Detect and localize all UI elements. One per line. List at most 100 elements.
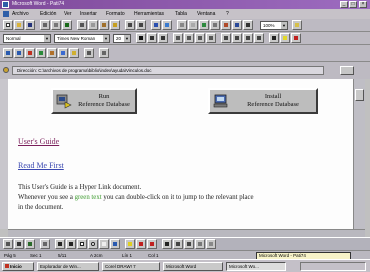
rotate-icon[interactable] [25, 239, 35, 249]
fill-color-icon[interactable] [125, 239, 135, 249]
select-objects-icon[interactable] [14, 239, 24, 249]
zoom-select[interactable]: 100% ▼ [260, 21, 288, 30]
format-painter-icon[interactable] [110, 20, 120, 30]
increase-indent-icon[interactable] [254, 33, 264, 43]
chevron-down-icon[interactable]: ▼ [281, 22, 287, 29]
task-word-1[interactable]: Microsoft Word [163, 262, 223, 271]
shadow-icon[interactable] [195, 239, 205, 249]
spelling-icon[interactable] [62, 20, 72, 30]
numbering-icon[interactable] [221, 33, 231, 43]
web-toolbar-icon[interactable] [162, 20, 172, 30]
undo-icon[interactable] [125, 20, 135, 30]
paste-icon[interactable] [99, 20, 109, 30]
task-word-2[interactable]: Microsoft Wo... [226, 262, 286, 271]
close-button[interactable]: × [359, 1, 367, 8]
menu-edicion[interactable]: Edición [40, 11, 56, 17]
highlight-icon[interactable] [280, 33, 290, 43]
users-guide-link[interactable]: User's Guide [18, 137, 59, 146]
chevron-down-icon[interactable]: ▼ [103, 35, 109, 42]
menu-tabla[interactable]: Tabla [175, 11, 187, 17]
oval-icon[interactable] [88, 239, 98, 249]
font-size-select[interactable]: 20 ▼ [113, 34, 131, 43]
align-right-icon[interactable] [195, 33, 205, 43]
text-color-icon[interactable] [147, 239, 157, 249]
address-dropdown-button[interactable] [340, 66, 354, 75]
favorites-icon[interactable] [69, 48, 79, 58]
go-menu-icon[interactable] [84, 48, 94, 58]
redo-icon[interactable] [136, 20, 146, 30]
tables-borders-icon[interactable] [177, 20, 187, 30]
run-database-button[interactable]: Run Reference Database [51, 88, 137, 114]
vertical-scrollbar[interactable] [353, 79, 365, 229]
wordart-icon[interactable] [110, 239, 120, 249]
new-document-icon[interactable] [3, 20, 13, 30]
draw-menu-icon[interactable] [3, 239, 13, 249]
align-left-icon[interactable] [173, 33, 183, 43]
arrow-style-icon[interactable] [184, 239, 194, 249]
menu-ver[interactable]: Ver [64, 11, 72, 17]
insert-excel-icon[interactable] [199, 20, 209, 30]
scroll-thumb[interactable] [355, 89, 364, 101]
cut-icon[interactable] [77, 20, 87, 30]
maximize-button[interactable]: □ [349, 1, 357, 8]
document-page[interactable]: Run Reference Database Install Reference… [8, 79, 353, 229]
rectangle-icon[interactable] [77, 239, 87, 249]
search-web-icon[interactable] [58, 48, 68, 58]
refresh-icon[interactable] [36, 48, 46, 58]
back-icon[interactable] [3, 48, 13, 58]
print-icon[interactable] [40, 20, 50, 30]
drawing-icon[interactable] [221, 20, 231, 30]
menu-archivo[interactable]: Archivo [12, 11, 29, 17]
doc-control-icon[interactable] [3, 11, 9, 17]
justify-icon[interactable] [206, 33, 216, 43]
bold-icon[interactable] [136, 33, 146, 43]
font-select[interactable]: Times New Roman ▼ [54, 34, 110, 43]
save-disk-icon[interactable] [25, 20, 35, 30]
menu-help[interactable]: ? [226, 11, 229, 17]
autoshapes-icon[interactable] [40, 239, 50, 249]
borders-icon[interactable] [269, 33, 279, 43]
task-explorer[interactable]: Explorador de Win... [37, 262, 99, 271]
insert-hyperlink-icon[interactable] [151, 20, 161, 30]
address-input[interactable]: Dirección: C:\archivos de programa\bibli… [12, 66, 324, 75]
start-button[interactable]: Inicio [2, 262, 34, 271]
menu-formato[interactable]: Formato [106, 11, 125, 17]
task-coreldraw[interactable]: Corel DRAW! 7 [102, 262, 160, 271]
bullets-icon[interactable] [232, 33, 242, 43]
green-text-link[interactable]: green text [75, 194, 102, 201]
print-preview-icon[interactable] [51, 20, 61, 30]
show-only-web-toolbar-icon[interactable] [99, 48, 109, 58]
3d-icon[interactable] [206, 239, 216, 249]
forward-icon[interactable] [14, 48, 24, 58]
chevron-down-icon[interactable]: ▼ [44, 35, 50, 42]
italic-icon[interactable] [147, 33, 157, 43]
align-center-icon[interactable] [184, 33, 194, 43]
horizontal-scrollbar[interactable] [8, 229, 365, 237]
show-hide-icon[interactable] [243, 20, 253, 30]
read-me-first-link[interactable]: Read Me First [18, 161, 64, 170]
menu-herramientas[interactable]: Herramientas [134, 11, 164, 17]
line-icon[interactable] [55, 239, 65, 249]
word-app-icon[interactable] [2, 1, 9, 8]
font-color-icon[interactable] [291, 33, 301, 43]
style-select[interactable]: Normal ▼ [3, 34, 51, 43]
menu-ventana[interactable]: Ventana [197, 11, 215, 17]
dash-style-icon[interactable] [173, 239, 183, 249]
text-box-icon[interactable] [99, 239, 109, 249]
minimize-button[interactable]: _ [340, 1, 348, 8]
install-database-button[interactable]: Install Reference Database [208, 88, 318, 114]
arrow-icon[interactable] [66, 239, 76, 249]
menu-insertar[interactable]: Insertar [80, 11, 97, 17]
copy-icon[interactable] [88, 20, 98, 30]
chevron-down-icon[interactable]: ▼ [124, 35, 130, 42]
office-assistant-icon[interactable] [292, 20, 302, 30]
open-folder-icon[interactable] [14, 20, 24, 30]
underline-icon[interactable] [158, 33, 168, 43]
document-map-icon[interactable] [232, 20, 242, 30]
line-color-icon[interactable] [136, 239, 146, 249]
insert-table-icon[interactable] [188, 20, 198, 30]
stop-icon[interactable] [25, 48, 35, 58]
home-icon[interactable] [47, 48, 57, 58]
line-style-icon[interactable] [162, 239, 172, 249]
decrease-indent-icon[interactable] [243, 33, 253, 43]
